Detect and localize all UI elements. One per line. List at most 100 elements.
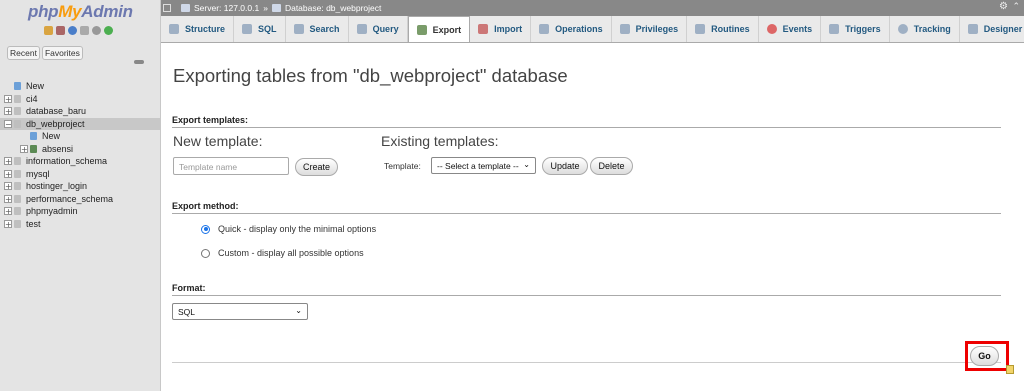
tree-item-mysql[interactable]: + mysql bbox=[0, 168, 160, 181]
tab-events[interactable]: Events bbox=[759, 16, 822, 42]
breadcrumb-bar: Server: 127.0.0.1 » Database: db_webproj… bbox=[161, 0, 1024, 16]
query-icon bbox=[356, 24, 367, 34]
reload-icon[interactable] bbox=[104, 26, 113, 35]
action-divider bbox=[172, 362, 1001, 363]
tab-privileges[interactable]: Privileges bbox=[612, 16, 688, 42]
tree-item-phpmyadmin[interactable]: + phpmyadmin bbox=[0, 205, 160, 218]
sidebar-quick-icons bbox=[44, 26, 113, 35]
tab-search[interactable]: Search bbox=[286, 16, 349, 42]
designer-icon bbox=[967, 24, 978, 34]
tab-sql[interactable]: SQL bbox=[234, 16, 286, 42]
database-icon bbox=[14, 207, 21, 216]
settings-icon[interactable] bbox=[92, 26, 101, 35]
tab-query[interactable]: Query bbox=[349, 16, 408, 42]
recent-tab[interactable]: Recent bbox=[7, 46, 40, 60]
tab-import[interactable]: Import bbox=[470, 16, 532, 42]
export-page: Exporting tables from "db_webproject" da… bbox=[161, 44, 1024, 391]
database-icon bbox=[14, 157, 21, 166]
tab-triggers[interactable]: Triggers bbox=[821, 16, 890, 42]
console-icon[interactable] bbox=[1006, 365, 1014, 374]
expand-icon[interactable]: + bbox=[4, 157, 12, 166]
database-icon[interactable] bbox=[56, 26, 65, 35]
database-icon bbox=[14, 219, 21, 228]
go-button[interactable]: Go bbox=[970, 346, 999, 366]
database-icon bbox=[14, 119, 21, 128]
collapse-icon[interactable]: ⌃ bbox=[1012, 1, 1020, 12]
existing-templates-heading: Existing templates: bbox=[381, 133, 499, 149]
breadcrumb: Server: 127.0.0.1 » Database: db_webproj… bbox=[181, 3, 381, 13]
template-label: Template: bbox=[384, 161, 421, 171]
tree-item-new-table[interactable]: New bbox=[0, 130, 160, 143]
structure-icon bbox=[169, 24, 179, 34]
expand-icon[interactable]: + bbox=[4, 194, 12, 203]
search-icon bbox=[293, 24, 304, 34]
gear-icon[interactable]: ⚙ bbox=[999, 1, 1008, 12]
template-name-input[interactable]: Template name bbox=[173, 157, 289, 175]
template-select[interactable]: -- Select a template -- ⌄ bbox=[431, 157, 536, 174]
tab-operations[interactable]: Operations bbox=[531, 16, 612, 42]
tree-item-new[interactable]: New bbox=[0, 80, 160, 93]
export-method-heading: Export method: bbox=[172, 201, 1001, 214]
link-icon[interactable] bbox=[134, 60, 144, 64]
tab-structure[interactable]: Structure bbox=[161, 16, 235, 42]
favorites-tab[interactable]: Favorites bbox=[41, 46, 83, 60]
database-icon bbox=[14, 169, 21, 178]
collapse-icon[interactable]: − bbox=[4, 119, 12, 128]
expand-icon[interactable]: + bbox=[4, 107, 12, 116]
tree-item-information-schema[interactable]: + information_schema bbox=[0, 155, 160, 168]
new-icon bbox=[30, 132, 37, 141]
docs-icon[interactable] bbox=[80, 26, 89, 35]
tab-tracking[interactable]: Tracking bbox=[890, 16, 960, 42]
table-icon bbox=[30, 144, 37, 153]
database-tree: New + ci4 + database_baru − db_webproject N… bbox=[0, 80, 160, 230]
privileges-icon bbox=[619, 24, 630, 34]
database-icon bbox=[14, 94, 21, 103]
tree-item-database-baru[interactable]: + database_baru bbox=[0, 105, 160, 118]
format-select[interactable]: SQL ⌄ bbox=[172, 303, 308, 320]
quick-option[interactable]: Quick - display only the minimal options bbox=[201, 224, 376, 234]
expand-icon[interactable]: + bbox=[20, 144, 28, 153]
format-heading: Format: bbox=[172, 283, 1001, 296]
custom-option[interactable]: Custom - display all possible options bbox=[201, 248, 364, 258]
export-icon bbox=[416, 24, 427, 35]
expand-icon[interactable]: + bbox=[4, 182, 12, 191]
create-button[interactable]: Create bbox=[295, 158, 338, 176]
expand-icon[interactable]: + bbox=[4, 169, 12, 178]
triggers-icon bbox=[829, 24, 840, 34]
breadcrumb-separator: » bbox=[263, 3, 268, 13]
database-tabs: Structure SQL Search Query Export Import… bbox=[161, 16, 1024, 43]
expand-icon[interactable]: + bbox=[4, 207, 12, 216]
import-icon bbox=[478, 24, 489, 34]
routines-icon bbox=[695, 24, 706, 34]
expand-icon[interactable]: + bbox=[4, 94, 12, 103]
breadcrumb-database[interactable]: Database: db_webproject bbox=[285, 3, 381, 13]
phpmyadmin-logo[interactable]: phpMyAdmin bbox=[28, 2, 133, 22]
quick-radio[interactable] bbox=[201, 224, 210, 234]
server-icon bbox=[181, 4, 190, 12]
new-template-heading: New template: bbox=[173, 133, 263, 149]
tab-designer[interactable]: Designer bbox=[960, 16, 1024, 42]
tree-item-test[interactable]: + test bbox=[0, 218, 160, 231]
database-icon bbox=[14, 182, 21, 191]
home-icon[interactable] bbox=[44, 26, 53, 35]
chevron-down-icon: ⌄ bbox=[523, 160, 530, 169]
delete-button[interactable]: Delete bbox=[590, 157, 633, 175]
operations-icon bbox=[539, 24, 550, 34]
update-button[interactable]: Update bbox=[542, 157, 588, 175]
tab-routines[interactable]: Routines bbox=[687, 16, 759, 42]
navigation-sidebar: phpMyAdmin Recent Favorites New + ci4 + da… bbox=[0, 0, 161, 391]
tree-item-ci4[interactable]: + ci4 bbox=[0, 93, 160, 106]
help-icon[interactable] bbox=[68, 26, 77, 35]
database-icon bbox=[14, 107, 21, 116]
tree-item-hostinger-login[interactable]: + hostinger_login bbox=[0, 180, 160, 193]
tab-export[interactable]: Export bbox=[407, 16, 471, 42]
minimize-icon[interactable] bbox=[163, 4, 171, 12]
breadcrumb-server[interactable]: Server: 127.0.0.1 bbox=[194, 3, 259, 13]
expand-icon[interactable]: + bbox=[4, 219, 12, 228]
tree-item-db-webproject[interactable]: − db_webproject bbox=[0, 117, 160, 130]
database-icon bbox=[271, 4, 281, 12]
custom-radio[interactable] bbox=[201, 248, 210, 258]
page-title: Exporting tables from "db_webproject" da… bbox=[173, 65, 568, 86]
tree-item-performance-schema[interactable]: + performance_schema bbox=[0, 193, 160, 206]
tree-item-absensi[interactable]: + absensi bbox=[0, 143, 160, 156]
